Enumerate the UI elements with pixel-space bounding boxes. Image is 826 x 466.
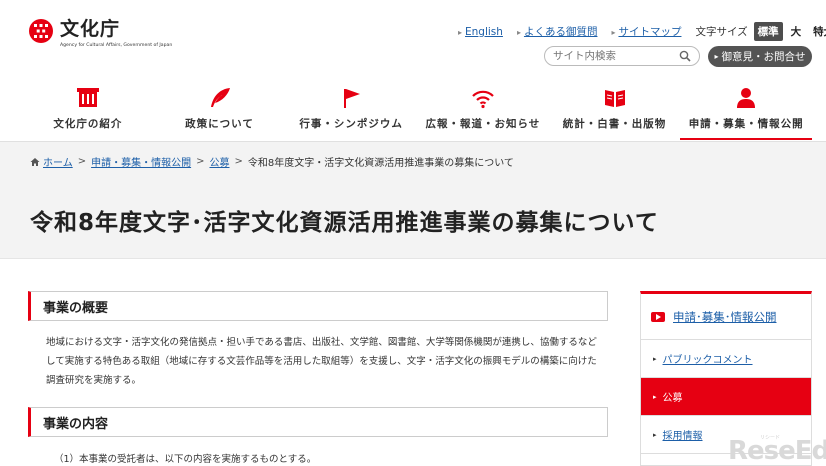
play-icon bbox=[651, 311, 665, 322]
search-input[interactable] bbox=[553, 50, 673, 62]
contact-button[interactable]: 御意見・お問合せ bbox=[708, 46, 812, 67]
utility-links: English よくある御質問 サイトマップ 文字サイズ 標準 大 特大 bbox=[458, 22, 826, 41]
gnav-label: 広報・報道・お知らせ bbox=[425, 118, 541, 130]
breadcrumb-separator: > bbox=[234, 156, 243, 167]
font-size-large-button[interactable]: 大 bbox=[787, 22, 806, 41]
search-icon[interactable] bbox=[679, 50, 691, 62]
faq-link[interactable]: よくある御質問 bbox=[517, 24, 598, 39]
breadcrumb-home-link[interactable]: ホーム bbox=[43, 154, 73, 169]
gnav-item-policy[interactable]: 政策について bbox=[154, 86, 286, 140]
gnav-label: 行事・シンポジウム bbox=[299, 118, 403, 130]
font-size-label: 文字サイズ bbox=[695, 26, 748, 38]
font-size-standard-button[interactable]: 標準 bbox=[753, 22, 783, 41]
gnav-item-applications[interactable]: 申請・募集・情報公開 bbox=[680, 86, 812, 140]
gnav-label: 文化庁の紹介 bbox=[53, 118, 123, 130]
global-nav: 文化庁の紹介 政策について 行事・シンポジウム 広報・報道・お知らせ 統計・白書… bbox=[22, 86, 812, 140]
side-nav-item-koubo[interactable]: 公募 bbox=[641, 378, 811, 416]
breadcrumb-separator: > bbox=[77, 156, 87, 167]
page-title: 令和8年度文字･活字文化資源活用推進事業の募集について bbox=[30, 210, 659, 236]
side-nav-label: 公募 bbox=[662, 393, 683, 404]
flag-icon bbox=[338, 86, 364, 110]
sitemap-link[interactable]: サイトマップ bbox=[611, 24, 681, 39]
feather-pen-icon bbox=[207, 86, 233, 110]
home-icon bbox=[30, 157, 40, 166]
gnav-label: 統計・白書・出版物 bbox=[562, 118, 667, 130]
open-book-icon bbox=[602, 86, 628, 110]
title-area: 令和8年度文字･活字文化資源活用推進事業の募集について bbox=[0, 179, 826, 259]
logo-subtitle: Agency for Cultural Affairs, Government … bbox=[60, 43, 173, 48]
overview-heading: 事業の概要 bbox=[28, 291, 608, 321]
broadcast-icon bbox=[470, 86, 496, 110]
page: 文化庁 Agency for Cultural Affairs, Governm… bbox=[0, 0, 826, 466]
gnav-item-statistics[interactable]: 統計・白書・出版物 bbox=[549, 86, 681, 140]
side-nav-item-public-comment[interactable]: パブリックコメント bbox=[641, 340, 811, 378]
gnav-item-news[interactable]: 広報・報道・お知らせ bbox=[417, 86, 549, 140]
side-nav-heading-link[interactable]: 申請･募集･情報公開 bbox=[673, 309, 777, 325]
gnav-item-events[interactable]: 行事・シンポジウム bbox=[285, 86, 417, 140]
breadcrumb-koubo-link[interactable]: 公募 bbox=[209, 154, 229, 169]
side-nav-heading: 申請･募集･情報公開 bbox=[641, 294, 811, 340]
breadcrumb: ホーム > 申請・募集・情報公開 > 公募 > 令和8年度文字・活字文化資源活用… bbox=[30, 154, 514, 169]
gnav-label: 申請・募集・情報公開 bbox=[688, 118, 804, 130]
person-icon bbox=[733, 86, 759, 110]
side-nav-label[interactable]: 採用情報 bbox=[663, 427, 703, 442]
watermark-subtext: リシード bbox=[760, 435, 781, 441]
font-size-xlarge-button[interactable]: 特大 bbox=[809, 22, 826, 41]
site-search bbox=[544, 46, 700, 66]
gnav-item-about[interactable]: 文化庁の紹介 bbox=[22, 86, 154, 140]
logo-title: 文化庁 bbox=[60, 18, 121, 40]
side-nav-label[interactable]: パブリックコメント bbox=[663, 351, 753, 366]
building-icon bbox=[75, 86, 101, 110]
content-text: （1）本事業の受託者は、以下の内容を実施するものとする。 bbox=[54, 454, 317, 465]
content-heading: 事業の内容 bbox=[28, 407, 608, 437]
logo-mark-icon bbox=[28, 18, 54, 44]
overview-text: 地域における文字・活字文化の発信拠点・担い手である書店、出版社、文学館、図書館、… bbox=[46, 337, 597, 386]
site-logo[interactable]: 文化庁 Agency for Cultural Affairs, Governm… bbox=[28, 18, 172, 48]
gnav-label: 政策について bbox=[185, 118, 254, 130]
breadcrumb-current: 令和8年度文字・活字文化資源活用推進事業の募集について bbox=[247, 158, 514, 169]
english-link[interactable]: English bbox=[458, 26, 503, 38]
breadcrumb-bar: ホーム > 申請・募集・情報公開 > 公募 > 令和8年度文字・活字文化資源活用… bbox=[0, 141, 826, 179]
breadcrumb-separator: > bbox=[196, 156, 205, 167]
breadcrumb-applications-link[interactable]: 申請・募集・情報公開 bbox=[91, 154, 191, 169]
